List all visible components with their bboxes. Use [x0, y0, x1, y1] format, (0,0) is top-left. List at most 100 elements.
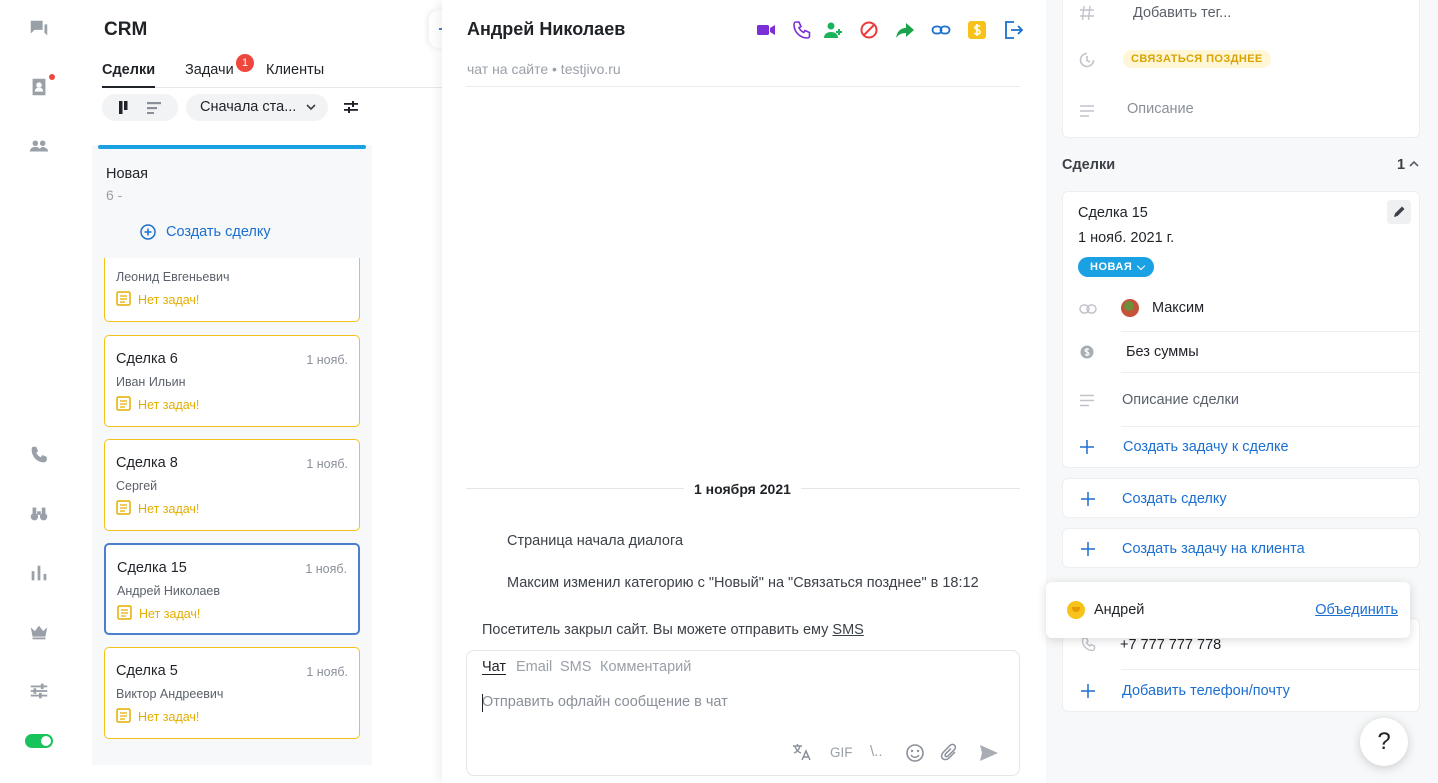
deal-assignee[interactable]: Максим — [1152, 300, 1204, 316]
add-contact-button[interactable]: Добавить телефон/почту — [1122, 683, 1290, 699]
composer-tab-email[interactable]: Email — [516, 659, 552, 675]
chats-icon[interactable] — [28, 18, 50, 40]
deal-card-task: Нет задач! — [138, 398, 200, 412]
chevron-up-icon[interactable] — [1409, 160, 1419, 168]
plus-icon — [1081, 542, 1095, 556]
status-clock-icon — [1079, 52, 1095, 68]
video-call-icon[interactable] — [756, 20, 776, 40]
link-icon[interactable] — [931, 20, 951, 40]
client-status-badge[interactable]: СВЯЗАТЬСЯ ПОЗДНЕЕ — [1123, 50, 1271, 68]
tag-input[interactable]: Добавить тег... — [1133, 5, 1231, 21]
help-button[interactable]: ? — [1360, 718, 1408, 766]
system-message: Страница начала диалога — [507, 533, 684, 549]
plus-icon — [1081, 492, 1095, 506]
composer-tab-sms[interactable]: SMS — [560, 659, 591, 675]
task-icon — [116, 708, 131, 723]
contact-avatar — [1067, 601, 1085, 619]
chevron-down-icon — [306, 104, 316, 111]
client-description-input[interactable]: Описание — [1127, 101, 1194, 117]
create-client-task-row[interactable]: Создать задачу на клиента — [1062, 528, 1420, 568]
composer-tab-comment[interactable]: Комментарий — [600, 659, 691, 675]
date-separator-label: 1 ноября 2021 — [684, 481, 801, 497]
online-status-toggle[interactable] — [25, 734, 53, 748]
link-icon — [1079, 304, 1097, 314]
block-icon[interactable] — [859, 20, 879, 40]
deal-description-input[interactable]: Описание сделки — [1122, 392, 1239, 408]
deal-card-person: Виктор Андреевич — [116, 687, 224, 701]
sort-dropdown[interactable]: Сначала ста... — [186, 94, 328, 121]
list-view-icon[interactable] — [147, 102, 161, 114]
crown-icon[interactable] — [28, 621, 50, 643]
client-phone[interactable]: +7 777 777 778 — [1120, 637, 1221, 653]
snippets-button[interactable]: \.. — [870, 743, 883, 760]
settings-sliders-icon[interactable] — [28, 680, 50, 702]
message-input[interactable]: Отправить офлайн сообщение в чат — [482, 694, 728, 710]
contacts-icon[interactable] — [28, 76, 50, 98]
deal-card[interactable]: Сделка 5 1 нояб. Виктор Андреевич Нет за… — [104, 647, 360, 739]
system-message: Максим изменил категорию с "Новый" на "С… — [507, 575, 979, 591]
close-chat-icon[interactable] — [1003, 20, 1023, 40]
edit-deal-button[interactable] — [1387, 200, 1411, 224]
tab-deals[interactable]: Сделки — [102, 62, 156, 88]
client-panel: Добавить тег... СВЯЗАТЬСЯ ПОЗДНЕЕ Описан… — [1046, 0, 1438, 783]
translate-icon[interactable] — [792, 743, 812, 761]
deal-card-task: Нет задач! — [138, 293, 200, 307]
deal-card-person: Леонид Евгеньевич — [116, 270, 230, 284]
deal-card[interactable]: Сделка 6 1 нояб. Иван Ильин Нет задач! — [104, 335, 360, 427]
gif-button[interactable]: GIF — [830, 745, 853, 760]
call-icon[interactable] — [792, 20, 812, 40]
create-deal-button-top[interactable]: Создать сделку — [140, 224, 271, 240]
task-icon — [117, 605, 132, 620]
deal-card[interactable]: Сделка 8 1 нояб. Сергей Нет задач! — [104, 439, 360, 531]
phone-icon[interactable] — [28, 444, 50, 466]
text-cursor — [482, 694, 483, 712]
tab-clients[interactable]: Клиенты — [266, 62, 324, 78]
tab-tasks[interactable]: Задачи — [185, 62, 234, 78]
assignee-avatar — [1121, 299, 1139, 317]
deal-amount[interactable]: Без суммы — [1126, 344, 1199, 360]
kanban-view-icon[interactable] — [119, 101, 132, 114]
deal-stage-dropdown[interactable]: НОВАЯ — [1078, 257, 1155, 277]
team-icon[interactable] — [28, 135, 50, 157]
offline-note: Посетитель закрыл сайт. Вы можете отправ… — [482, 622, 864, 638]
plus-icon — [1081, 684, 1095, 698]
forward-icon[interactable] — [895, 20, 915, 40]
deal-card-task: Нет задач! — [138, 710, 200, 724]
deal-card-person: Андрей Николаев — [117, 584, 221, 598]
column-accent-bar-top — [98, 145, 366, 149]
create-client-task-label: Создать задачу на клиента — [1122, 541, 1305, 557]
client-info-box: Добавить тег... СВЯЗАТЬСЯ ПОЗДНЕЕ Описан… — [1062, 0, 1420, 138]
deal-card-selected[interactable]: Сделка 15 1 нояб. Андрей Николаев Нет за… — [104, 543, 360, 635]
reports-icon[interactable] — [28, 562, 50, 584]
deal-details-box: Сделка 15 1 нояб. 2021 г. НОВАЯ Максим Б… — [1062, 191, 1420, 468]
plus-circle-icon — [140, 224, 156, 240]
plus-icon — [1080, 440, 1094, 454]
row-divider — [1121, 426, 1419, 427]
composer-tab-chat[interactable]: Чат — [482, 659, 506, 675]
create-deal-row[interactable]: Создать сделку — [1062, 478, 1420, 518]
row-divider — [1121, 669, 1419, 670]
attach-icon[interactable] — [940, 743, 960, 763]
deal-card-task: Нет задач! — [138, 502, 200, 516]
column-name-top: Новая — [106, 166, 148, 182]
chat-header-divider — [466, 86, 1020, 87]
emoji-icon[interactable] — [905, 743, 925, 763]
deal-card-person: Сергей — [116, 479, 158, 493]
create-deal-task-button[interactable]: Создать задачу к сделке — [1123, 439, 1289, 455]
deal-card-title: Сделка 8 — [116, 455, 178, 471]
deal-card-date: 1 нояб. — [305, 562, 347, 576]
sms-link[interactable]: SMS — [832, 622, 863, 638]
merge-button[interactable]: Объединить — [1315, 602, 1398, 618]
deals-section-title[interactable]: Сделки — [1062, 157, 1115, 173]
deal-date: 1 нояб. 2021 г. — [1078, 230, 1175, 246]
description-icon — [1080, 105, 1094, 117]
deal-card-task: Нет задач! — [139, 607, 201, 621]
row-divider — [1121, 372, 1419, 373]
filter-icon[interactable] — [344, 100, 358, 114]
deal-card-title: Сделка 6 — [116, 351, 178, 367]
payment-icon[interactable] — [967, 20, 987, 40]
binoculars-icon[interactable] — [28, 503, 50, 525]
add-user-icon[interactable] — [823, 20, 843, 40]
send-icon[interactable] — [979, 744, 999, 762]
tasks-count-badge: 1 — [236, 54, 254, 72]
